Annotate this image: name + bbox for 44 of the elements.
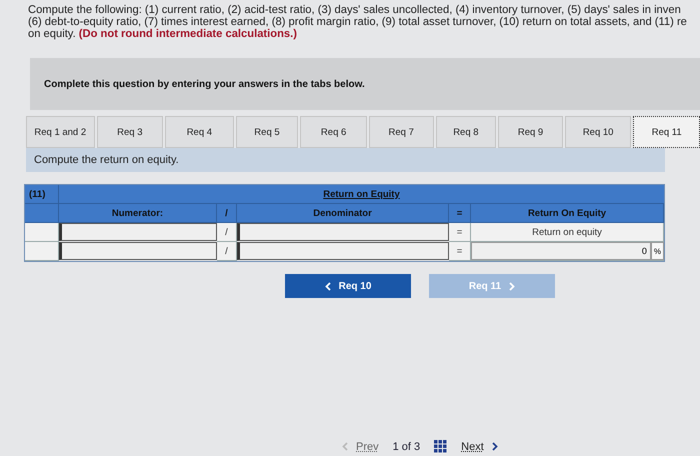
result-label: Return on equity [471, 223, 664, 242]
instruction-line: Compute the following: (1) current ratio, (2) acid-test ratio, (3) days' sales uncollected, (4) inventory turnover, (5) days' sales in inven [28, 4, 682, 16]
equals-sign: = [449, 242, 471, 261]
requirement-tab[interactable]: Req 4 [165, 116, 234, 148]
part-number: (11) [25, 185, 59, 204]
column-header: Denominator [237, 204, 449, 223]
instruction-line: on equity. (Do not round intermediate calculations.) [28, 28, 298, 40]
equals-sign: = [449, 223, 471, 242]
requirement-tab[interactable]: Req 7 [368, 116, 434, 148]
column-header: = [449, 204, 471, 223]
requirement-tab[interactable]: Req 3 [96, 116, 164, 148]
requirement-tab[interactable]: Req 9 [498, 116, 563, 148]
divide-sign: / [217, 223, 237, 242]
task-text: Compute the return on equity. [34, 154, 179, 166]
next-link[interactable]: Next [461, 440, 498, 452]
requirement-tab[interactable]: Req 5 [236, 116, 298, 148]
table-cell [25, 223, 59, 242]
numerator-field[interactable] [59, 242, 217, 260]
requirement-tab[interactable]: Req 1 and 2 [26, 116, 95, 148]
column-header: / [217, 204, 237, 223]
chevron-left-icon [324, 282, 331, 290]
column-header: Numerator: [59, 204, 217, 223]
result-field[interactable]: 0 [471, 242, 651, 260]
grid-icon[interactable] [434, 440, 448, 453]
requirement-tab[interactable]: Req 8 [436, 116, 496, 148]
numerator-field[interactable] [59, 223, 217, 241]
column-header [25, 204, 59, 223]
divide-sign: / [217, 242, 237, 261]
requirement-tab[interactable]: Req 11 [633, 116, 700, 148]
table-cell [25, 242, 59, 261]
requirement-tab[interactable]: Req 10 [564, 116, 632, 148]
chevron-right-icon [509, 282, 516, 290]
table-title: Return on Equity [59, 185, 664, 204]
percent-unit: % [650, 242, 664, 260]
requirement-tab[interactable]: Req 6 [300, 116, 367, 148]
chevron-right-icon [492, 442, 498, 451]
previous-requirement-button[interactable]: Req 10 [285, 274, 411, 298]
column-header: Return On Equity [471, 204, 664, 223]
banner-text: Complete this question by entering your answers in the tabs below. [44, 78, 365, 90]
instruction-line: (6) debt-to-equity ratio, (7) times interest earned, (8) profit margin ratio, (9) total asset turnover, (10) return on total assets, and (11) re [28, 16, 688, 28]
chevron-left-icon [342, 442, 348, 451]
page-position: 1 of 3 [392, 440, 420, 452]
denominator-field[interactable] [237, 223, 449, 241]
denominator-field[interactable] [237, 242, 449, 260]
